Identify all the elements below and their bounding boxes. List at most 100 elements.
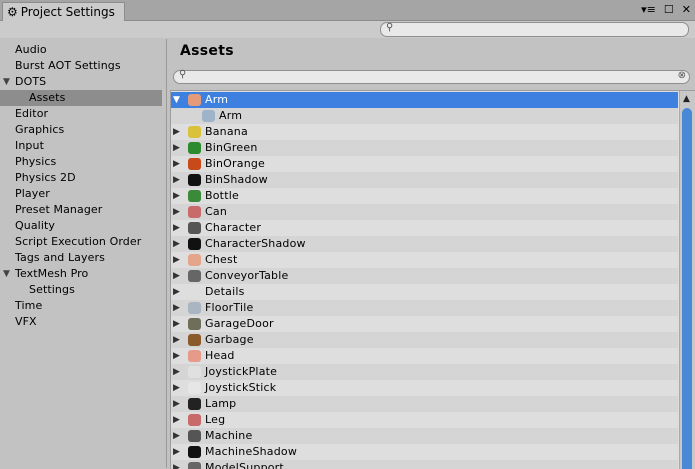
asset-row[interactable]: ▶ BinShadow — [171, 172, 678, 188]
expand-arrow-icon[interactable]: ▶ — [173, 316, 180, 332]
sidebar-item-physics[interactable]: Physics — [0, 154, 162, 170]
sidebar-item-player[interactable]: Player — [0, 186, 162, 202]
sidebar-item-script-execution-order[interactable]: Script Execution Order — [0, 234, 162, 250]
maximize-icon[interactable]: ☐ — [664, 3, 674, 16]
details-icon — [188, 286, 201, 298]
expand-arrow-icon[interactable]: ▶ — [173, 252, 180, 268]
window-tab[interactable]: ⚙ Project Settings — [2, 2, 125, 21]
sidebar-item-tags-and-layers[interactable]: Tags and Layers — [0, 250, 162, 266]
vertical-scrollbar[interactable]: ▲ — [679, 91, 695, 469]
asset-name: MachineShadow — [205, 445, 298, 458]
scrollbar-thumb[interactable] — [682, 108, 692, 469]
bin-green-icon — [188, 142, 201, 154]
sidebar-item-input[interactable]: Input — [0, 138, 162, 154]
sidebar-item-quality[interactable]: Quality — [0, 218, 162, 234]
garage-door-icon — [188, 318, 201, 330]
expand-arrow-icon[interactable]: ▶ — [173, 444, 180, 460]
expand-arrow-icon[interactable]: ▼ — [3, 74, 10, 90]
asset-row[interactable]: ▶ Bottle — [171, 188, 678, 204]
expand-arrow-icon[interactable]: ▶ — [173, 428, 180, 444]
search-icon: ⚲ — [179, 69, 187, 80]
asset-tree: ▼ Arm Arm ▶ Banana ▶ BinGreen ▶ BinOrange ▶ BinSha… — [170, 90, 695, 469]
asset-row[interactable]: Arm — [171, 108, 678, 124]
sidebar-item-time[interactable]: Time — [0, 298, 162, 314]
asset-row[interactable]: ▶ Lamp — [171, 396, 678, 412]
expand-arrow-icon[interactable]: ▶ — [173, 140, 180, 156]
asset-row[interactable]: ▶ JoystickPlate — [171, 364, 678, 380]
asset-name: Lamp — [205, 397, 237, 410]
asset-row[interactable]: ▶ Details — [171, 284, 678, 300]
asset-row[interactable]: ▶ MachineShadow — [171, 444, 678, 460]
expand-arrow-icon[interactable]: ▶ — [173, 236, 180, 252]
sidebar-item-settings[interactable]: Settings — [0, 282, 162, 298]
menu-icon[interactable]: ▾≡ — [641, 3, 656, 16]
asset-row[interactable]: ▶ Character — [171, 220, 678, 236]
sidebar-item-label: Graphics — [15, 123, 65, 136]
expand-arrow-icon[interactable]: ▶ — [173, 188, 180, 204]
sidebar-item-graphics[interactable]: Graphics — [0, 122, 162, 138]
expand-arrow-icon[interactable]: ▼ — [173, 92, 180, 108]
sidebar-item-dots[interactable]: ▼ DOTS — [0, 74, 162, 90]
sidebar-item-label: Player — [15, 187, 50, 200]
asset-row[interactable]: ▶ Machine — [171, 428, 678, 444]
clear-search-icon[interactable]: ⊗ — [678, 70, 686, 81]
sidebar-item-physics-2d[interactable]: Physics 2D — [0, 170, 162, 186]
asset-row[interactable]: ▶ Garbage — [171, 332, 678, 348]
asset-row[interactable]: ▶ Leg — [171, 412, 678, 428]
close-icon[interactable]: ✕ — [682, 3, 691, 16]
sidebar-item-audio[interactable]: Audio — [0, 42, 162, 58]
asset-row[interactable]: ▶ JoystickStick — [171, 380, 678, 396]
expand-arrow-icon[interactable]: ▶ — [173, 204, 180, 220]
sidebar-item-label: Input — [15, 139, 44, 152]
sidebar-item-label: Settings — [29, 283, 75, 296]
chest-icon — [188, 254, 201, 266]
sidebar-item-editor[interactable]: Editor — [0, 106, 162, 122]
asset-row[interactable]: ▶ Head — [171, 348, 678, 364]
asset-row[interactable]: ▶ BinOrange — [171, 156, 678, 172]
asset-row[interactable]: ▶ Can — [171, 204, 678, 220]
asset-row[interactable]: ▶ Chest — [171, 252, 678, 268]
sidebar-item-textmesh-pro[interactable]: ▼ TextMesh Pro — [0, 266, 162, 282]
asset-row[interactable]: ▶ CharacterShadow — [171, 236, 678, 252]
expand-arrow-icon[interactable]: ▼ — [3, 266, 10, 282]
expand-arrow-icon[interactable]: ▶ — [173, 220, 180, 236]
window-tab-title: Project Settings — [20, 5, 115, 19]
expand-arrow-icon[interactable]: ▶ — [173, 364, 180, 380]
expand-arrow-icon[interactable]: ▶ — [173, 268, 180, 284]
expand-arrow-icon[interactable]: ▶ — [173, 412, 180, 428]
asset-row[interactable]: ▶ GarageDoor — [171, 316, 678, 332]
asset-name: Bottle — [205, 189, 239, 202]
sidebar-item-label: Script Execution Order — [15, 235, 142, 248]
expand-arrow-icon[interactable]: ▶ — [173, 124, 180, 140]
expand-arrow-icon[interactable]: ▶ — [173, 156, 180, 172]
expand-arrow-icon[interactable]: ▶ — [173, 300, 180, 316]
asset-row[interactable]: ▶ BinGreen — [171, 140, 678, 156]
asset-row[interactable]: ▶ Banana — [171, 124, 678, 140]
sidebar-item-preset-manager[interactable]: Preset Manager — [0, 202, 162, 218]
asset-name: Arm — [219, 109, 243, 122]
expand-arrow-icon[interactable]: ▶ — [173, 332, 180, 348]
joystick-stick-icon — [188, 382, 201, 394]
asset-name: Chest — [205, 253, 238, 266]
asset-name: Banana — [205, 125, 248, 138]
garbage-icon — [188, 334, 201, 346]
expand-arrow-icon[interactable]: ▶ — [173, 284, 180, 300]
toolbar: ⚲ — [0, 21, 695, 38]
asset-name: JoystickStick — [205, 381, 277, 394]
expand-arrow-icon[interactable]: ▶ — [173, 380, 180, 396]
asset-row[interactable]: ▶ FloorTile — [171, 300, 678, 316]
asset-name: ConveyorTable — [205, 269, 289, 282]
sidebar-item-vfx[interactable]: VFX — [0, 314, 162, 330]
settings-search-field[interactable]: ⚲ — [380, 22, 689, 37]
expand-arrow-icon[interactable]: ▶ — [173, 348, 180, 364]
asset-name: Can — [205, 205, 227, 218]
assets-search-field[interactable]: ⚲ ⊗ — [173, 69, 690, 84]
scroll-up-icon[interactable]: ▲ — [683, 94, 690, 104]
expand-arrow-icon[interactable]: ▶ — [173, 396, 180, 412]
asset-row[interactable]: ▶ ConveyorTable — [171, 268, 678, 284]
sidebar-item-label: Quality — [15, 219, 56, 232]
asset-row[interactable]: ▼ Arm — [171, 92, 678, 108]
sidebar-item-assets[interactable]: Assets — [0, 90, 162, 106]
expand-arrow-icon[interactable]: ▶ — [173, 172, 180, 188]
sidebar-item-burst-aot-settings[interactable]: Burst AOT Settings — [0, 58, 162, 74]
